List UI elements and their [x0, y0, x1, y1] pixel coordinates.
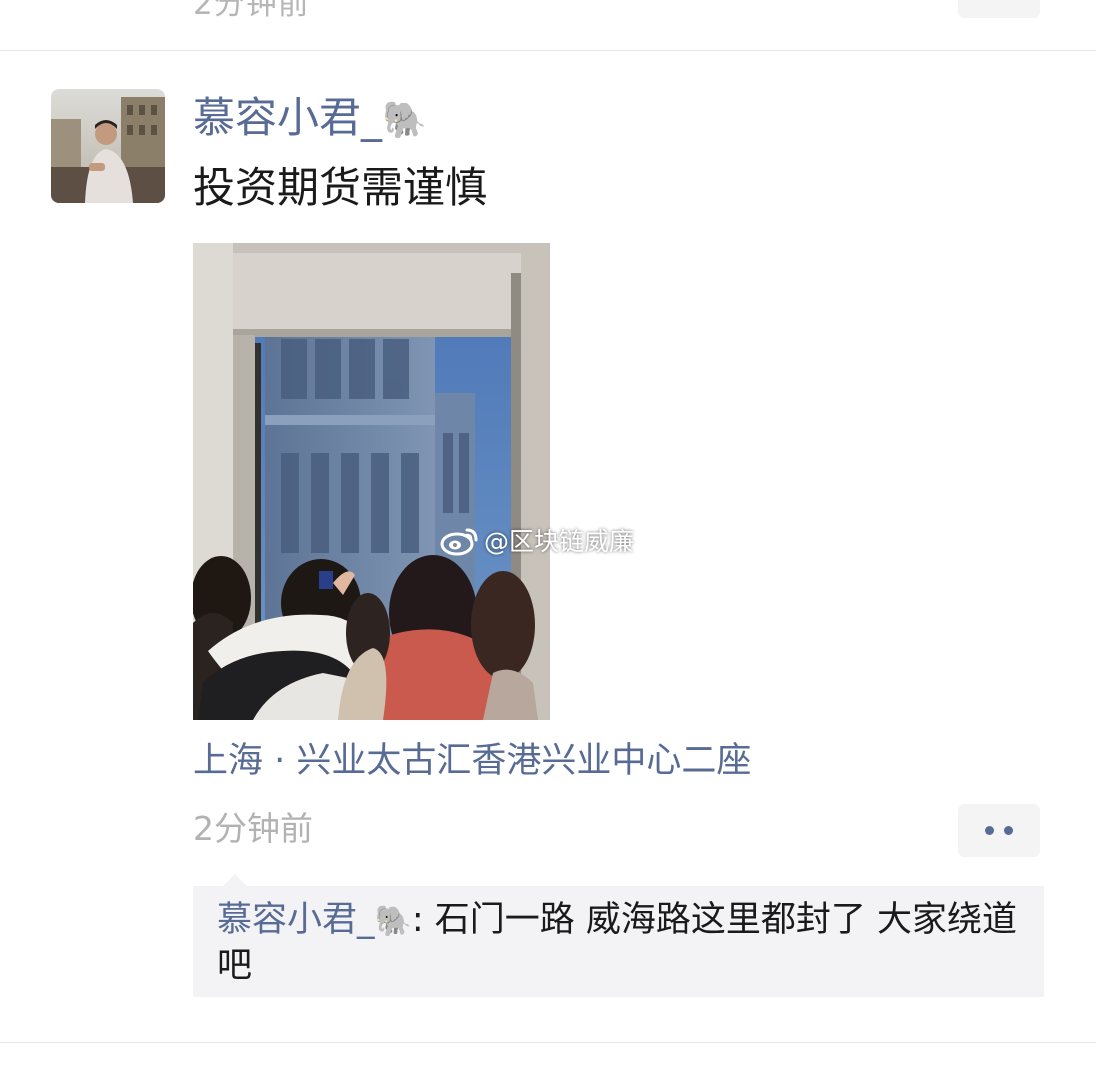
elephant-emoji-icon: 🐘 [374, 904, 412, 939]
post-photo[interactable] [193, 243, 550, 720]
divider [0, 1042, 1096, 1043]
post-text: 投资期货需谨慎 [193, 163, 488, 212]
comment-separator: : [411, 900, 435, 940]
weibo-logo-icon [440, 528, 478, 556]
post-author-label: 慕容小君_ [193, 93, 383, 142]
previous-post-time: 2分钟前 [193, 0, 310, 22]
dot-icon [1004, 826, 1013, 835]
elephant-emoji-icon: 🐘 [382, 100, 427, 141]
comment-section: 慕容小君_🐘: 石门一路 威海路这里都封了 大家绕道吧 [193, 874, 1044, 997]
comment-author[interactable]: 慕容小君_🐘 [217, 900, 412, 940]
more-actions-button[interactable] [958, 804, 1040, 857]
dot-icon [985, 826, 994, 835]
watermark-label: @区块链威廉 [484, 527, 635, 556]
avatar[interactable] [51, 89, 165, 203]
photo-watermark: @区块链威廉 [440, 522, 634, 558]
post-location-link[interactable]: 上海 · 兴业太古汇香港兴业中心二座 [193, 738, 751, 784]
divider [0, 50, 1096, 51]
comment-item[interactable]: 慕容小君_🐘: 石门一路 威海路这里都封了 大家绕道吧 [217, 898, 1027, 988]
post-time: 2分钟前 [193, 809, 313, 848]
post-author-name[interactable]: 慕容小君_🐘 [193, 92, 427, 147]
previous-more-button[interactable] [958, 0, 1040, 18]
comment-author-label: 慕容小君_ [217, 900, 375, 940]
